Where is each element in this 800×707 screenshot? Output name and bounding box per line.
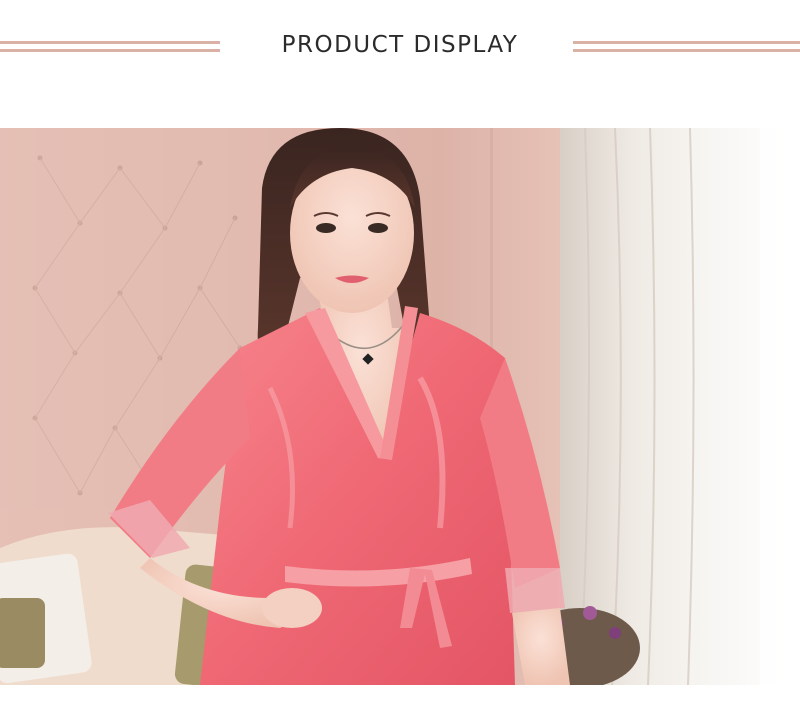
page-footer-spacer <box>0 685 800 707</box>
decorative-rule-left <box>0 41 220 53</box>
decorative-rule-right <box>573 41 800 53</box>
product-photo <box>0 128 800 685</box>
hand <box>262 588 322 628</box>
tufted-headboard <box>0 128 250 548</box>
section-title: PRODUCT DISPLAY <box>281 32 519 58</box>
section-header: PRODUCT DISPLAY <box>0 0 800 128</box>
lace-cuff-right <box>505 568 565 613</box>
